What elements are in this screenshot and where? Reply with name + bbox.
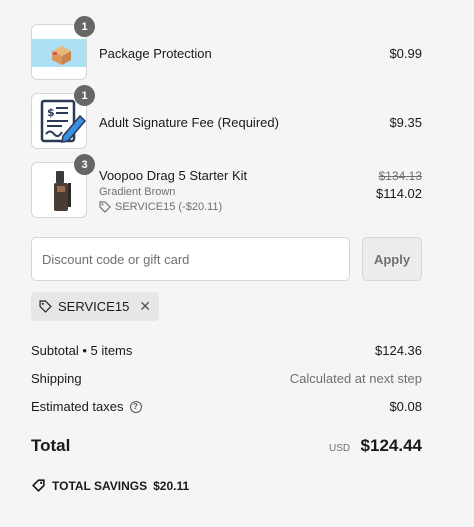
discount-code-input[interactable]: [31, 237, 350, 281]
total-amount-group: USD $124.44: [329, 436, 422, 456]
quantity-badge: 3: [74, 154, 95, 175]
total-savings: TOTAL SAVINGS $20.11: [31, 478, 189, 493]
item-variant: Gradient Brown: [99, 186, 176, 198]
svg-text:$: $: [47, 106, 55, 119]
savings-amount: $20.11: [153, 478, 190, 493]
package-protection-thumbnail: 1: [31, 16, 95, 80]
subtotal-value: $124.36: [375, 343, 422, 358]
taxes-label: Estimated taxes: [31, 399, 124, 414]
subtotal-row: Subtotal • 5 items $124.36: [31, 343, 422, 358]
discount-row: Apply: [31, 237, 422, 281]
tag-icon: [99, 201, 111, 213]
item-name: Voopoo Drag 5 Starter Kit: [99, 168, 248, 183]
savings-tag-icon: [32, 479, 45, 492]
total-row: Total USD $124.44: [31, 436, 422, 456]
item-price: $9.35: [389, 115, 422, 130]
shipping-value: Calculated at next step: [289, 371, 422, 386]
item-price: $0.99: [389, 46, 422, 61]
taxes-row: Estimated taxes ? $0.08: [31, 399, 422, 414]
shipping-row: Shipping Calculated at next step: [31, 371, 422, 386]
item-discount: SERVICE15 (-$20.11): [99, 201, 222, 213]
item-discount-label: SERVICE15 (-$20.11): [115, 201, 223, 213]
remove-discount-icon[interactable]: ✕: [139, 298, 151, 315]
apply-discount-button[interactable]: Apply: [362, 237, 422, 281]
applied-discount-code: SERVICE15: [58, 299, 130, 314]
line-item-package-protection: 1 Package Protection $0.99: [31, 16, 422, 80]
line-item-adult-signature-fee: $ 1 Adult Signature Fee (Required) $9.35: [31, 85, 422, 149]
savings-label: TOTAL SAVINGS: [52, 478, 148, 493]
vape-kit-thumbnail: 3: [31, 154, 95, 218]
taxes-label-group: Estimated taxes ?: [31, 399, 142, 414]
applied-discount-chip: SERVICE15 ✕: [31, 292, 160, 321]
item-name: Package Protection: [99, 46, 212, 61]
subtotal-label: Subtotal • 5 items: [31, 343, 133, 358]
signature-fee-thumbnail: $ 1: [31, 85, 95, 149]
line-item-voopoo-drag-5: 3 Voopoo Drag 5 Starter Kit Gradient Bro…: [31, 154, 422, 218]
item-original-price: $134.13: [379, 168, 422, 183]
item-price: $114.02: [375, 186, 422, 201]
currency-code: USD: [328, 443, 351, 454]
item-name: Adult Signature Fee (Required): [99, 115, 279, 130]
info-icon[interactable]: ?: [129, 400, 142, 413]
original-price: $134.13: [378, 169, 422, 183]
quantity-badge: 1: [74, 16, 95, 37]
taxes-value: $0.08: [389, 399, 422, 414]
total-amount: $124.44: [360, 436, 422, 455]
tag-icon: [39, 300, 52, 313]
quantity-badge: 1: [74, 85, 95, 106]
shipping-label: Shipping: [31, 371, 82, 386]
total-label: Total: [31, 436, 71, 455]
